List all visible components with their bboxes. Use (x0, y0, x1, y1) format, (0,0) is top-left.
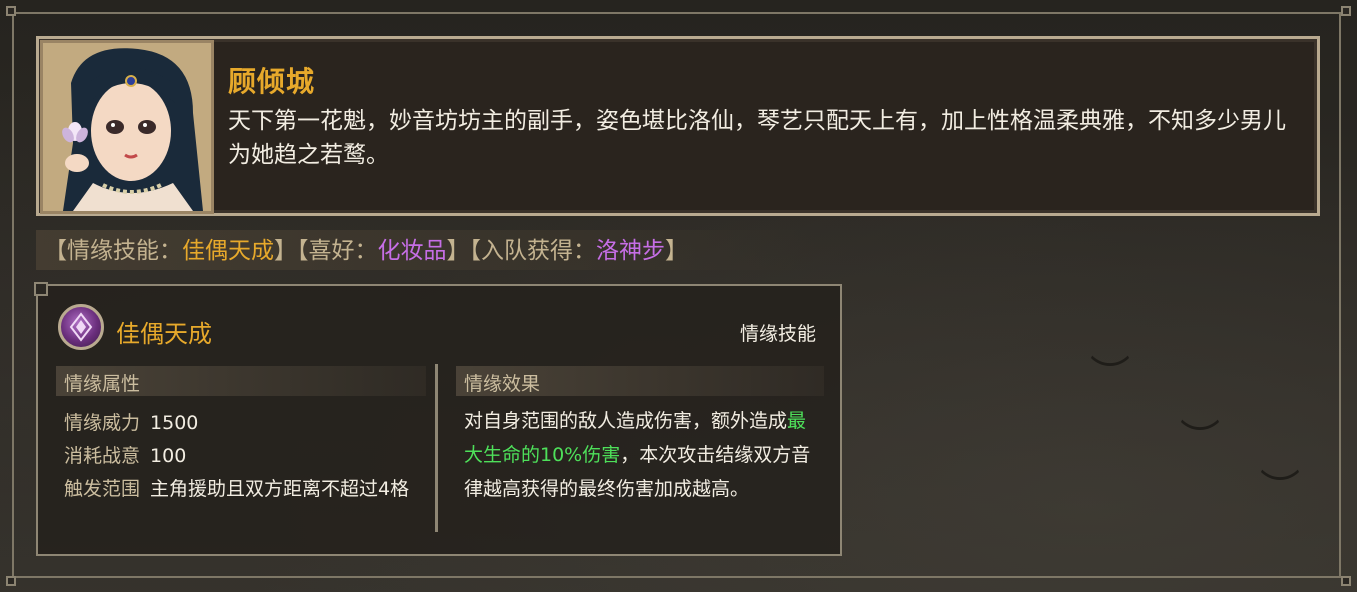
attribute-value: 1500 (150, 412, 199, 434)
skill-title: 佳偶天成 (116, 320, 212, 348)
skill-gem-icon[interactable] (58, 304, 104, 350)
effect-header: 情缘效果 (464, 373, 541, 395)
skill-symbol-icon (69, 312, 93, 342)
column-divider (435, 364, 438, 532)
character-description: 天下第一花魁，妙音坊坊主的副手，姿色堪比洛仙，琴艺只配天上有，加上性格温柔典雅，… (228, 108, 1286, 168)
attribute-row: 消耗战意 100 (64, 441, 186, 468)
bird-silhouette-icon: ︶ (1180, 417, 1220, 463)
skill-tag-value[interactable]: 佳偶天成 (182, 238, 274, 264)
skill-tag-prefix: 【情缘技能： (44, 238, 182, 264)
corner-ornament (34, 282, 48, 296)
attribute-row: 情缘威力 1500 (64, 408, 198, 435)
corner-ornament (1341, 6, 1351, 16)
hobby-tag-value[interactable]: 化妆品 (378, 238, 447, 264)
attribute-value: 100 (150, 445, 187, 467)
corner-ornament (1341, 576, 1351, 586)
effect-text: 对自身范围的敌人造成伤害，额外造成最大生命的10%伤害，本次攻击结缘双方音律越高… (464, 404, 824, 506)
join-tag-prefix: 】【入队获得： (446, 238, 597, 264)
hobby-tag-prefix: 】【喜好： (274, 238, 378, 264)
bird-silhouette-icon: ︶ (1090, 353, 1130, 399)
effect-text-part1: 对自身范围的敌人造成伤害，额外造成 (464, 410, 788, 432)
attribute-label: 触发范围 (64, 478, 141, 500)
skill-type: 情缘技能 (740, 323, 817, 345)
join-reward-value[interactable]: 洛神步 (596, 238, 665, 264)
corner-ornament (6, 6, 16, 16)
tagline-text: 【情缘技能：佳偶天成】【喜好：化妆品】【入队获得：洛神步】 (44, 236, 688, 266)
portrait-icon (43, 43, 211, 211)
character-portrait (40, 40, 214, 214)
corner-ornament (6, 576, 16, 586)
bird-silhouette-icon: ︶ (1260, 467, 1300, 513)
attribute-label: 情缘威力 (64, 412, 141, 434)
character-name: 顾倾城 (228, 65, 316, 98)
attributes-header: 情缘属性 (64, 373, 141, 395)
attribute-label: 消耗战意 (64, 445, 141, 467)
tag-suffix: 】 (665, 238, 688, 264)
attribute-value: 主角援助且双方距离不超过4格 (150, 478, 410, 500)
attribute-row: 触发范围 主角援助且双方距离不超过4格 (64, 474, 409, 501)
